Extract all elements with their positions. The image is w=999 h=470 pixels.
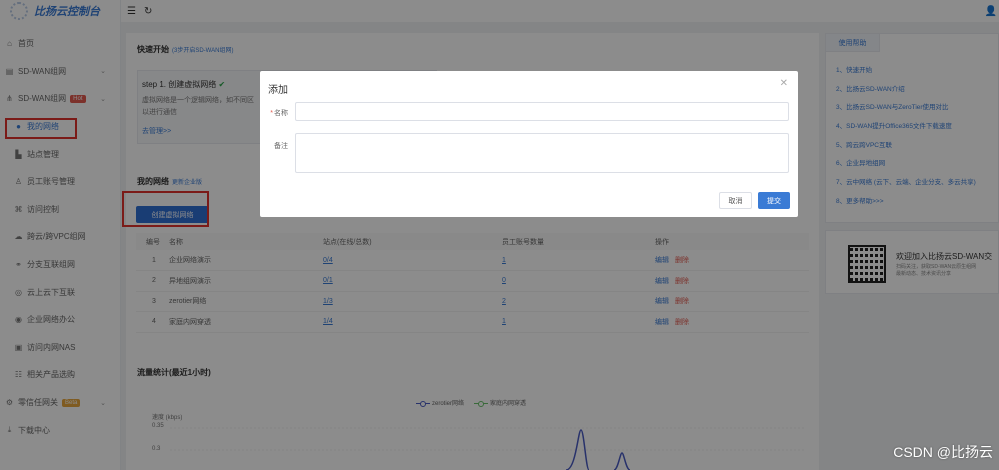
name-label-text: 名称: [274, 110, 288, 117]
add-network-dialog: 添加 ✕ *名称 备注 取消 提交: [260, 71, 798, 217]
watermark: CSDN @比扬云: [893, 444, 993, 460]
close-icon[interactable]: ✕: [780, 78, 788, 89]
name-label: *名称: [270, 110, 288, 117]
name-input[interactable]: [295, 102, 789, 121]
dialog-title: 添加: [268, 85, 288, 96]
note-textarea[interactable]: [295, 133, 789, 173]
note-label: 备注: [274, 143, 288, 150]
cancel-button[interactable]: 取消: [719, 192, 752, 209]
submit-button[interactable]: 提交: [758, 192, 790, 209]
